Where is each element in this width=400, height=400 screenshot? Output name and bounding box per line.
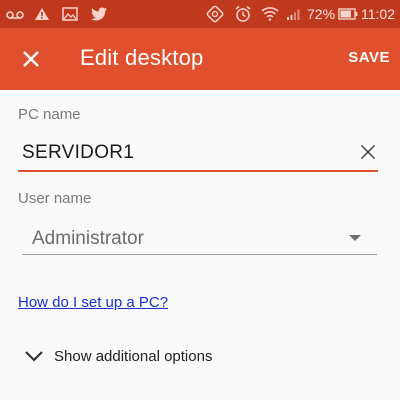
sync-icon — [206, 4, 224, 24]
clear-text-button[interactable] — [358, 142, 378, 162]
close-icon — [23, 51, 39, 67]
setup-help-link[interactable]: How do I set up a PC? — [18, 294, 168, 311]
show-additional-options-toggle[interactable]: Show additional options — [24, 346, 212, 366]
warning-icon — [34, 4, 50, 24]
show-additional-options-label: Show additional options — [54, 347, 213, 365]
battery-percent: 72% — [307, 6, 336, 22]
gallery-icon — [62, 4, 78, 24]
user-name-dropdown[interactable]: Administrator — [22, 222, 377, 255]
status-bar: 72% 11:02 — [0, 0, 400, 28]
pc-name-field[interactable]: SERVIDOR1 — [18, 138, 378, 172]
app-bar: Edit desktop SAVE — [0, 28, 400, 90]
clock: 11:02 — [361, 6, 395, 22]
user-name-value: Administrator — [32, 228, 144, 249]
user-name-label: User name — [18, 190, 92, 207]
clear-icon — [360, 144, 376, 160]
dropdown-arrow-icon — [349, 235, 361, 241]
chevron-down-icon — [25, 351, 43, 362]
alarm-icon — [234, 4, 252, 24]
battery-icon — [338, 4, 358, 24]
pc-name-value[interactable]: SERVIDOR1 — [22, 142, 134, 164]
voicemail-icon — [6, 4, 24, 24]
page-title: Edit desktop — [80, 45, 204, 70]
signal-icon — [286, 4, 302, 24]
close-button[interactable] — [14, 42, 48, 76]
pc-name-label: PC name — [18, 106, 81, 123]
save-button[interactable]: SAVE — [348, 49, 390, 66]
wifi-icon — [261, 4, 279, 24]
twitter-icon — [90, 4, 108, 24]
